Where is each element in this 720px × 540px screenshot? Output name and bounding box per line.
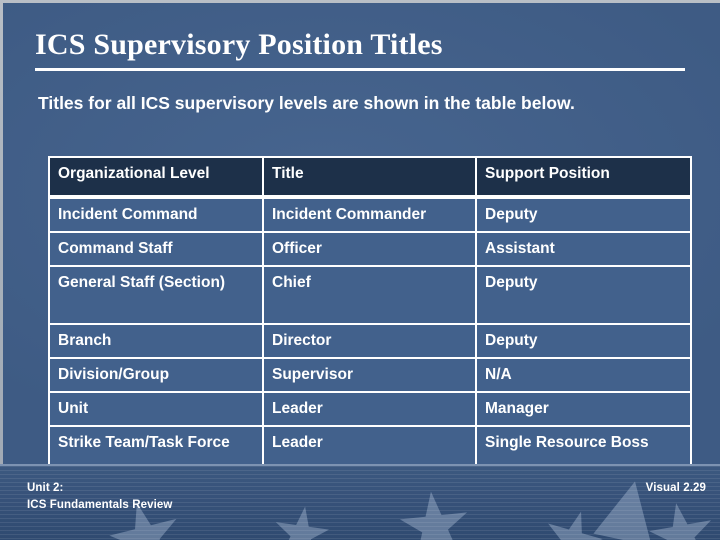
page-title: ICS Supervisory Position Titles	[35, 28, 443, 61]
cell-support-position: Assistant	[475, 231, 692, 265]
cell-organizational-level: Division/Group	[48, 357, 262, 391]
table-row: Division/Group Supervisor N/A	[48, 357, 692, 391]
table-header: Organizational Level Title Support Posit…	[48, 156, 692, 197]
cell-support-position: N/A	[475, 357, 692, 391]
intro-paragraph: Titles for all ICS supervisory levels ar…	[38, 93, 575, 113]
footer-course-name: ICS Fundamentals Review	[27, 499, 173, 511]
cell-title: Officer	[262, 231, 475, 265]
column-header-organizational-level: Organizational Level	[48, 156, 262, 197]
table-body: Incident Command Incident Commander Depu…	[48, 197, 692, 485]
ics-titles-table-wrapper: Organizational Level Title Support Posit…	[48, 156, 692, 485]
footer-visual-number: Visual 2.29	[645, 482, 706, 494]
cell-organizational-level: Unit	[48, 391, 262, 425]
cell-title: Director	[262, 323, 475, 357]
cell-organizational-level: Branch	[48, 323, 262, 357]
footer-unit-label: Unit 2: ICS Fundamentals Review	[27, 480, 172, 514]
slide: ICS Supervisory Position Titles Titles f…	[0, 0, 720, 540]
footer-unit-number: Unit 2:	[27, 482, 64, 494]
star-decoration-icon: ★	[264, 488, 339, 540]
table-row: Incident Command Incident Commander Depu…	[48, 197, 692, 231]
ics-titles-table: Organizational Level Title Support Posit…	[48, 156, 692, 485]
slide-left-border	[0, 0, 3, 540]
table-row: Branch Director Deputy	[48, 323, 692, 357]
cell-title: Incident Commander	[262, 197, 475, 231]
table-row: Unit Leader Manager	[48, 391, 692, 425]
table-header-row: Organizational Level Title Support Posit…	[48, 156, 692, 197]
column-header-support-position: Support Position	[475, 156, 692, 197]
cell-organizational-level: General Staff (Section)	[48, 265, 262, 323]
title-underline	[35, 68, 685, 71]
slide-footer: ★ ★ ▲ ★ ★ ★ Unit 2: ICS Fundamentals Rev…	[0, 464, 720, 540]
cell-title: Leader	[262, 391, 475, 425]
table-row: Command Staff Officer Assistant	[48, 231, 692, 265]
slide-top-border	[0, 0, 720, 3]
star-decoration-icon: ★	[389, 469, 480, 540]
column-header-title: Title	[262, 156, 475, 197]
table-row: General Staff (Section) Chief Deputy	[48, 265, 692, 323]
cell-title: Supervisor	[262, 357, 475, 391]
cell-support-position: Deputy	[475, 265, 692, 323]
cell-support-position: Manager	[475, 391, 692, 425]
cell-organizational-level: Incident Command	[48, 197, 262, 231]
cell-support-position: Deputy	[475, 197, 692, 231]
cell-organizational-level: Command Staff	[48, 231, 262, 265]
cell-title: Chief	[262, 265, 475, 323]
cell-support-position: Deputy	[475, 323, 692, 357]
